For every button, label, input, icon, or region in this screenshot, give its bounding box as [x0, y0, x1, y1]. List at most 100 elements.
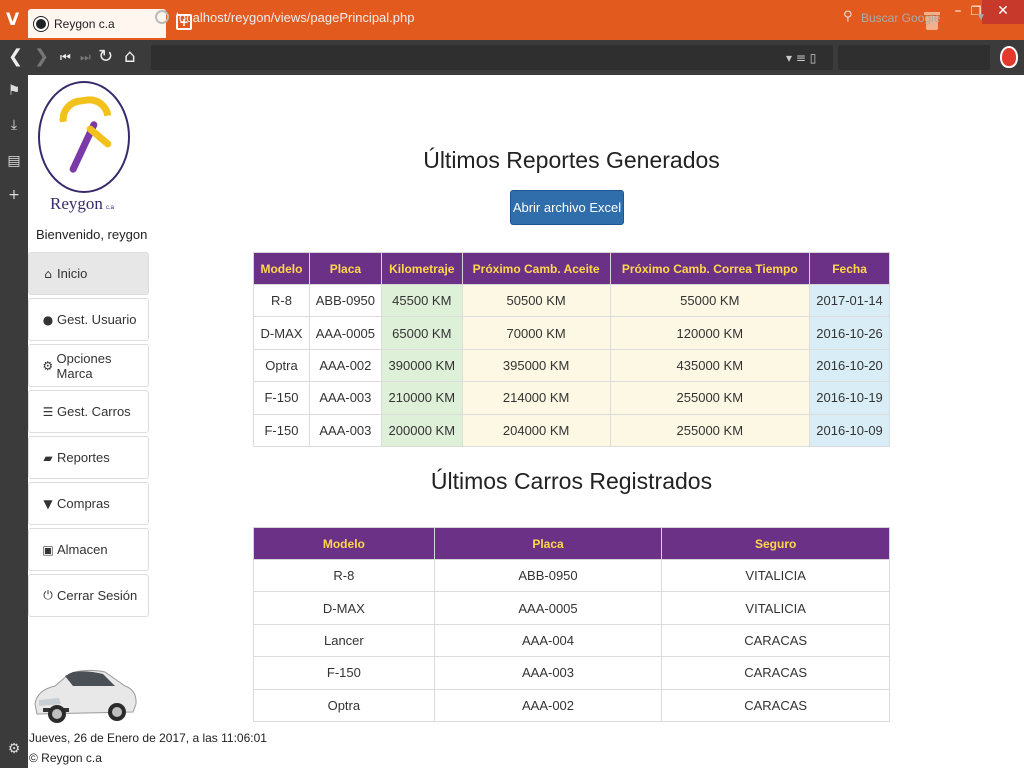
- address-bar-tools-icon[interactable]: ▾ ≡ ▯: [786, 51, 816, 65]
- home-icon[interactable]: ⌂: [124, 46, 135, 68]
- column-header[interactable]: Próximo Camb. Correa Tiempo: [609, 252, 811, 285]
- table-cell: CARACAS: [661, 688, 890, 722]
- table-cell: 2016-10-19: [809, 381, 890, 415]
- table-cell: 255000 KM: [609, 381, 811, 415]
- table-cell: ABB-0950: [433, 558, 663, 593]
- sidebar-item-reportes[interactable]: ▰ Reportes: [28, 436, 149, 479]
- table-cell: 45500 KM: [380, 283, 463, 318]
- table-cell: VITALICIA: [661, 558, 890, 593]
- rewind-icon[interactable]: ⏮: [60, 46, 71, 68]
- column-header[interactable]: Fecha: [809, 252, 890, 285]
- sidebar-item-label: Gest. Carros: [57, 404, 131, 419]
- column-header[interactable]: Seguro: [661, 527, 890, 560]
- table-cell: 200000 KM: [380, 413, 463, 447]
- table-cell: 390000 KM: [380, 348, 463, 383]
- table-cell: 2017-01-14: [809, 283, 890, 318]
- download-icon[interactable]: ⤓: [0, 117, 28, 133]
- table-header-row: Modelo Placa Kilometraje Próximo Camb. A…: [253, 252, 890, 285]
- favicon-icon: [34, 16, 48, 31]
- column-header[interactable]: Kilometraje: [380, 252, 463, 285]
- table-cell: D-MAX: [253, 316, 310, 350]
- settings-icon[interactable]: ⚙: [0, 741, 28, 757]
- table-cell: AAA-0005: [433, 591, 663, 625]
- sidebar-item-almacen[interactable]: ▣ Almacen: [28, 528, 149, 571]
- table-cell: 70000 KM: [461, 316, 611, 350]
- table-cell: 50500 KM: [461, 283, 611, 318]
- notes-icon[interactable]: ▤: [0, 153, 28, 169]
- table-cell: R-8: [253, 283, 310, 318]
- table-cell: AAA-002: [308, 348, 382, 383]
- fast-forward-icon[interactable]: ⏭: [80, 46, 91, 68]
- table-row: F-150 AAA-003 200000 KM 204000 KM 255000 KM 2…: [253, 413, 890, 447]
- reports-table: Modelo Placa Kilometraje Próximo Camb. A…: [253, 252, 890, 447]
- welcome-text: Bienvenido, reygon: [36, 227, 148, 242]
- table-cell: F-150: [253, 413, 310, 447]
- table-cell: F-150: [253, 381, 310, 415]
- footer-date: Jueves, 26 de Enero de 2017, a las 11:06…: [29, 731, 267, 745]
- cars-title: Últimos Carros Registrados: [430, 468, 713, 494]
- sidebar-item-inicio[interactable]: ⌂ Inicio: [28, 252, 149, 295]
- brand-logo: [36, 81, 132, 193]
- close-icon[interactable]: ✕: [982, 0, 1024, 24]
- table-cell: VITALICIA: [661, 591, 890, 625]
- forward-icon[interactable]: ❯: [34, 46, 49, 68]
- sidebar-item-opciones-marca[interactable]: ⚙ Opciones Marca: [28, 344, 149, 387]
- cars-table: Modelo Placa Seguro R-8 ABB-0950 VITALICIA…: [253, 527, 890, 722]
- table-header-row: Modelo Placa Seguro: [253, 527, 890, 560]
- table-cell: D-MAX: [253, 591, 435, 625]
- brand-suffix: c.a: [106, 205, 115, 211]
- table-cell: 65000 KM: [380, 316, 463, 350]
- extension-icon[interactable]: [1000, 46, 1018, 68]
- address-bar[interactable]: [151, 45, 833, 70]
- sidebar-item-label: Opciones Marca: [56, 350, 112, 381]
- table-cell: Optra: [253, 348, 310, 383]
- back-icon[interactable]: ❮: [8, 46, 23, 68]
- table-row: F-150 AAA-003 CARACAS: [253, 656, 890, 690]
- vivaldi-menu-icon[interactable]: V: [6, 10, 26, 30]
- bookmark-icon[interactable]: ⚑: [0, 83, 28, 99]
- sidebar-item-label: Cerrar Sesión: [57, 588, 138, 603]
- reload-icon[interactable]: ↻: [98, 46, 113, 68]
- sidebar-item-label: Compras: [57, 496, 110, 511]
- reports-title: Últimos Reportes Generados: [423, 147, 720, 173]
- table-row: Optra AAA-002 390000 KM 395000 KM 435000 KM 2…: [253, 348, 890, 383]
- browser-tab[interactable]: Reygon c.a: [28, 9, 166, 38]
- sidebar-item-label: Almacen: [57, 542, 108, 557]
- table-row: R-8 ABB-0950 45500 KM 50500 KM 55000 KM 2017-…: [253, 283, 890, 318]
- column-header[interactable]: Placa: [308, 252, 382, 285]
- table-cell: 2016-10-26: [809, 316, 890, 350]
- open-excel-button[interactable]: Abrir archivo Excel: [510, 190, 624, 225]
- column-header[interactable]: Modelo: [253, 527, 435, 560]
- search-icon[interactable]: ⚲: [843, 9, 853, 24]
- search-placeholder[interactable]: Buscar Google: [861, 11, 940, 25]
- footer-copyright: © Reygon c.a: [29, 751, 102, 765]
- site-info-icon[interactable]: [155, 10, 169, 24]
- table-cell: Lancer: [253, 623, 435, 658]
- column-header[interactable]: Placa: [433, 527, 663, 560]
- sidebar-item-cerrar-sesion[interactable]: ⏻ Cerrar Sesión: [28, 574, 149, 617]
- home-icon: ⌂: [44, 266, 52, 281]
- table-cell: AAA-003: [308, 413, 382, 447]
- table-row: D-MAX AAA-0005 VITALICIA: [253, 591, 890, 625]
- url-text[interactable]: localhost/reygon/views/pagePrincipal.php: [176, 10, 414, 25]
- user-icon: ●: [42, 312, 54, 327]
- tab-title: Reygon c.a: [54, 16, 115, 31]
- chevron-down-icon[interactable]: ▼: [976, 12, 986, 23]
- add-panel-icon[interactable]: +: [0, 187, 28, 203]
- table-cell: 435000 KM: [609, 348, 811, 383]
- column-header[interactable]: Próximo Camb. Aceite: [461, 252, 611, 285]
- sidebar-item-label: Reportes: [57, 450, 110, 465]
- table-cell: 210000 KM: [380, 381, 463, 415]
- sidebar-item-gest-usuario[interactable]: ● Gest. Usuario: [28, 298, 149, 341]
- browser-side-panel: ⚑ ⤓ ▤ + ⚙: [0, 75, 28, 768]
- table-cell: 255000 KM: [609, 413, 811, 447]
- sidebar-item-compras[interactable]: ▼ Compras: [28, 482, 149, 525]
- sidebar-item-gest-carros[interactable]: ☰ Gest. Carros: [28, 390, 149, 433]
- hdd-icon: ▣: [42, 542, 54, 557]
- table-row: D-MAX AAA-0005 65000 KM 70000 KM 120000 KM 20…: [253, 316, 890, 350]
- table-cell: AAA-002: [433, 688, 663, 722]
- table-cell: Optra: [253, 688, 435, 722]
- search-input[interactable]: [838, 45, 990, 70]
- table-cell: 214000 KM: [461, 381, 611, 415]
- column-header[interactable]: Modelo: [253, 252, 310, 285]
